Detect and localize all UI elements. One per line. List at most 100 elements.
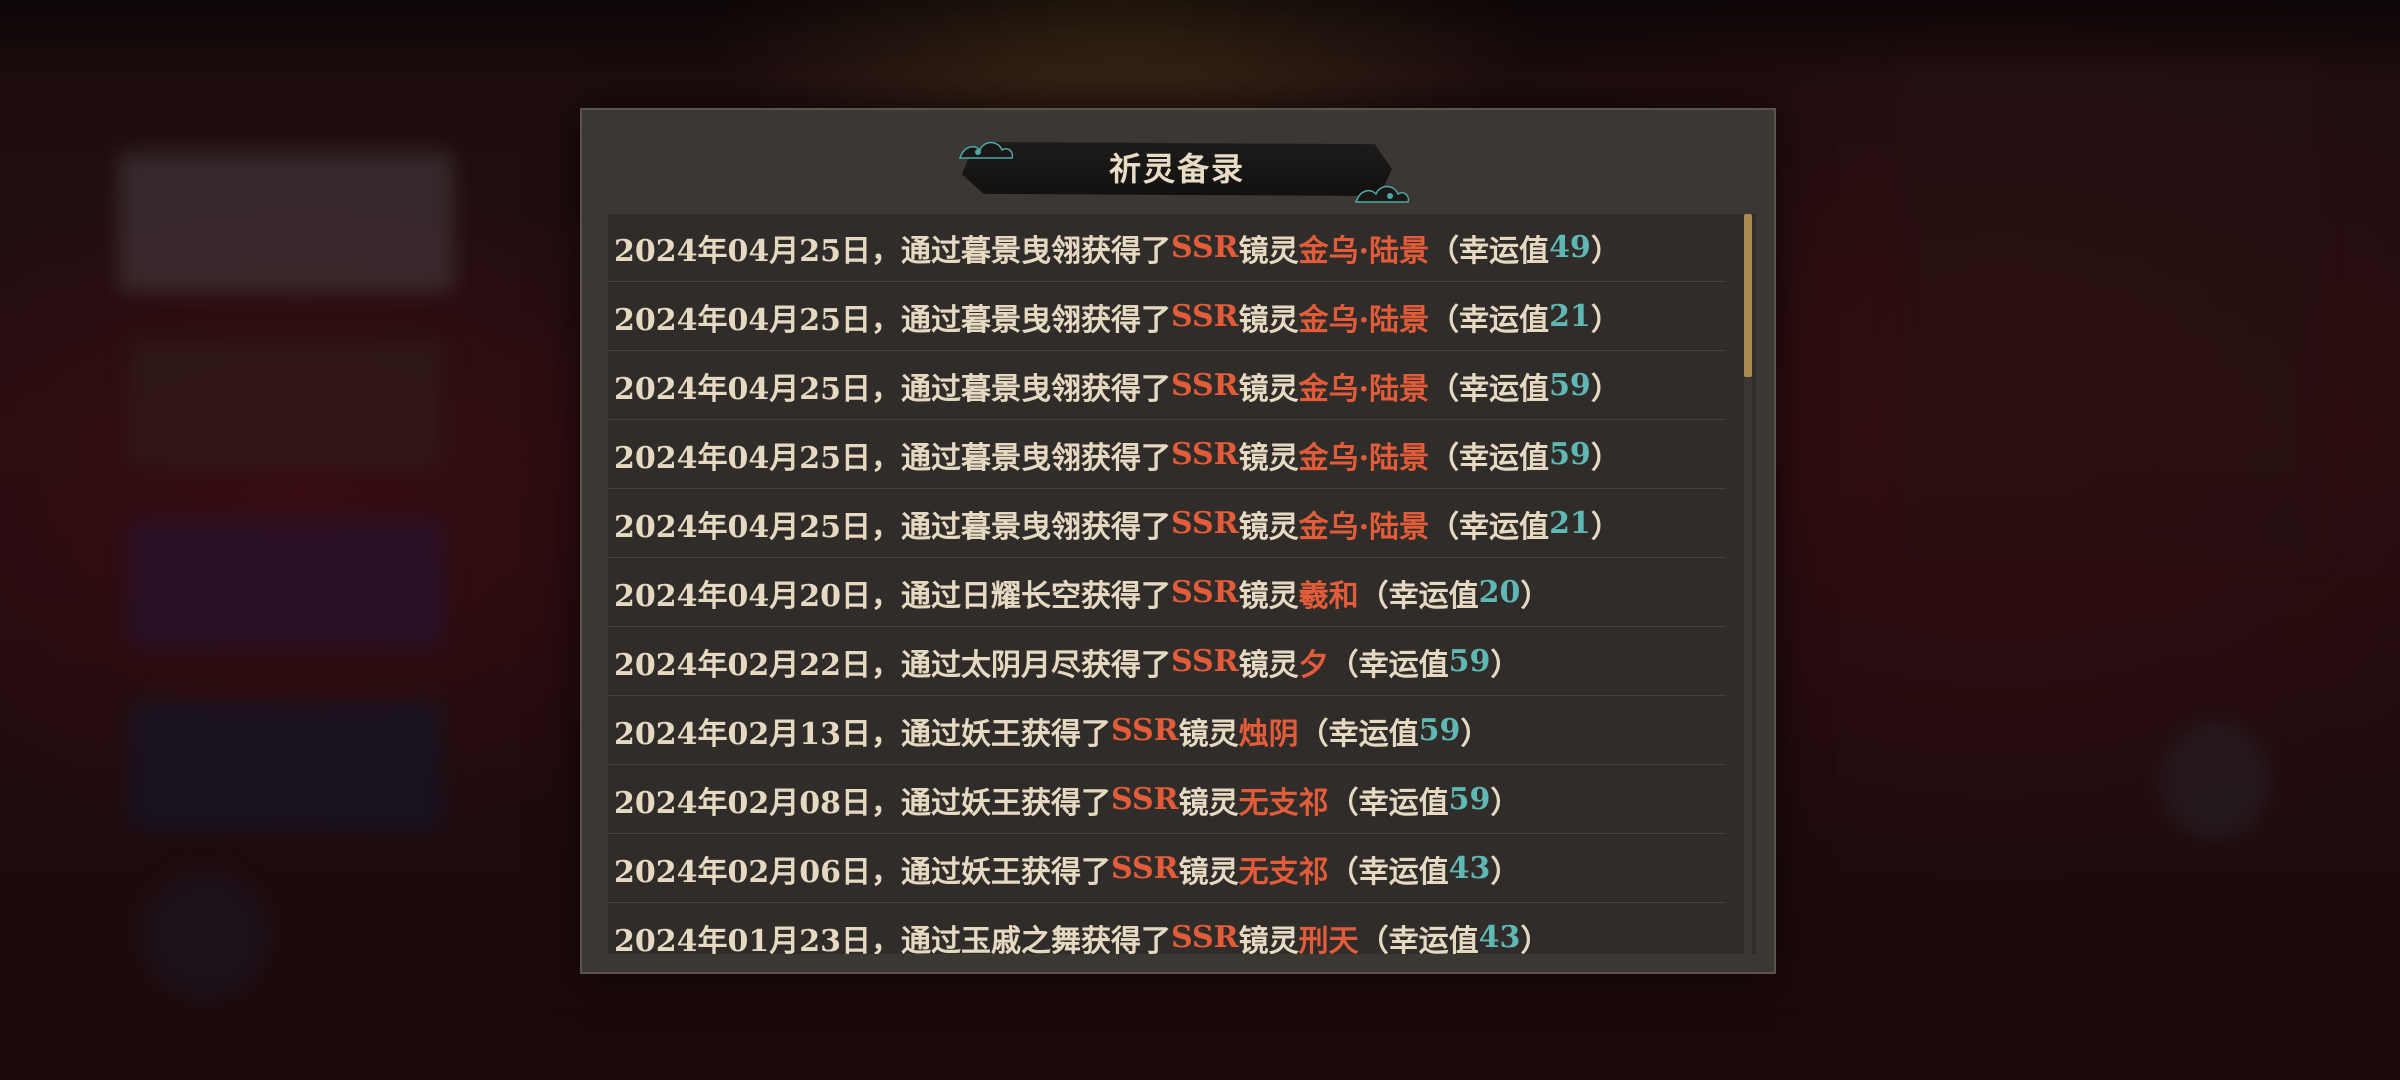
record-date: 2024年02月13日，	[614, 716, 901, 752]
record-date: 2024年04月25日，	[614, 440, 901, 476]
record-date: 2024年01月23日，	[614, 923, 901, 955]
record-luck-label: （幸运值	[1429, 233, 1550, 269]
record-spirit-name: 金乌·陆景	[1298, 509, 1430, 545]
record-row: 2024年04月25日， 通过暮景曳翎获得了 SSR 镜灵 金乌·陆景 （幸运值 49）	[608, 214, 1726, 282]
record-row: 2024年04月25日， 通过暮景曳翎获得了 SSR 镜灵 金乌·陆景 （幸运值 21）	[608, 283, 1726, 351]
record-source: 通过暮景曳翎获得了	[901, 440, 1171, 476]
record-kind: 镜灵	[1238, 647, 1299, 683]
record-kind: 镜灵	[1238, 923, 1299, 955]
record-luck-value: 49	[1549, 230, 1591, 265]
record-row: 2024年04月25日， 通过暮景曳翎获得了 SSR 镜灵 金乌·陆景 （幸运值 59）	[608, 421, 1726, 489]
record-rarity: SSR	[1171, 230, 1239, 265]
record-luck-value: 21	[1549, 299, 1591, 334]
record-row: 2024年02月06日， 通过妖王获得了 SSR 镜灵 无支祁 （幸运值 43）	[608, 835, 1726, 903]
record-rarity: SSR	[1111, 851, 1179, 886]
record-date: 2024年04月25日，	[614, 302, 901, 338]
record-luck-label: （幸运值	[1429, 509, 1550, 545]
record-luck-label: （幸运值	[1358, 923, 1479, 955]
record-spirit-name: 夕	[1298, 647, 1329, 683]
record-close-paren: ）	[1490, 647, 1521, 683]
record-row: 2024年02月08日， 通过妖王获得了 SSR 镜灵 无支祁 （幸运值 59）	[608, 766, 1726, 834]
record-close-paren: ）	[1590, 302, 1621, 338]
record-date: 2024年04月25日，	[614, 509, 901, 545]
record-close-paren: ）	[1490, 854, 1521, 890]
record-spirit-name: 刑天	[1298, 923, 1359, 955]
record-rarity: SSR	[1171, 299, 1239, 334]
record-luck-value: 59	[1549, 368, 1591, 403]
record-row: 2024年02月22日， 通过太阴月尽获得了 SSR 镜灵夕（幸运值 59）	[608, 628, 1726, 696]
record-luck-label: （幸运值	[1429, 440, 1550, 476]
record-close-paren: ）	[1490, 785, 1521, 821]
record-rarity: SSR	[1171, 506, 1239, 541]
record-row: 2024年01月23日， 通过玉戚之舞获得了 SSR 镜灵 刑天 （幸运值 43）	[608, 904, 1726, 954]
record-source: 通过玉戚之舞获得了	[901, 923, 1171, 955]
record-spirit-name: 金乌·陆景	[1298, 440, 1430, 476]
record-luck-label: （幸运值	[1328, 854, 1449, 890]
record-source: 通过太阴月尽获得了	[901, 647, 1171, 683]
record-luck-value: 59	[1549, 437, 1591, 472]
record-rarity: SSR	[1171, 920, 1239, 954]
record-row: 2024年02月13日， 通过妖王获得了 SSR 镜灵 烛阴 （幸运值 59）	[608, 697, 1726, 765]
record-source: 通过暮景曳翎获得了	[901, 233, 1171, 269]
record-source: 通过妖王获得了	[901, 716, 1111, 752]
record-kind: 镜灵	[1238, 578, 1299, 614]
record-list[interactable]: 2024年04月25日， 通过暮景曳翎获得了 SSR 镜灵 金乌·陆景 （幸运值 49） 20…	[608, 214, 1756, 954]
record-spirit-name: 羲和	[1298, 578, 1359, 614]
record-luck-value: 20	[1478, 575, 1521, 610]
record-date: 2024年02月22日，	[614, 647, 901, 683]
record-close-paren: ）	[1590, 233, 1621, 269]
record-spirit-name: 金乌·陆景	[1298, 233, 1430, 269]
record-source: 通过暮景曳翎获得了	[901, 371, 1171, 407]
record-spirit-name: 金乌·陆景	[1298, 371, 1430, 407]
record-kind: 镜灵	[1178, 854, 1239, 890]
record-row: 2024年04月20日， 通过日耀长空获得了 SSR 镜灵 羲和 （幸运值 20）	[608, 559, 1726, 627]
record-rarity: SSR	[1171, 437, 1239, 472]
record-date: 2024年04月25日，	[614, 233, 901, 269]
record-luck-label: （幸运值	[1298, 716, 1419, 752]
record-luck-value: 43	[1478, 920, 1521, 954]
record-kind: 镜灵	[1178, 785, 1239, 821]
record-source: 通过暮景曳翎获得了	[901, 509, 1171, 545]
summon-record-dialog: 祈灵备录 2024年04月25日， 通过暮景曳翎获得了 SSR 镜灵 金乌·陆景 （幸运值…	[580, 108, 1776, 974]
record-date: 2024年02月08日，	[614, 785, 901, 821]
scrollbar-track[interactable]	[1744, 214, 1752, 954]
record-source: 通过妖王获得了	[901, 854, 1111, 890]
record-kind: 镜灵	[1178, 716, 1239, 752]
record-rarity: SSR	[1171, 644, 1239, 679]
record-spirit-name: 无支祁	[1238, 854, 1329, 890]
record-kind: 镜灵	[1238, 440, 1299, 476]
record-spirit-name: 无支祁	[1238, 785, 1329, 821]
record-date: 2024年02月06日，	[614, 854, 901, 890]
record-luck-value: 21	[1549, 506, 1591, 541]
dialog-title-banner: 祈灵备录	[942, 128, 1412, 208]
record-rarity: SSR	[1171, 368, 1239, 403]
record-close-paren: ）	[1460, 716, 1491, 752]
record-close-paren: ）	[1590, 440, 1621, 476]
record-row: 2024年04月25日， 通过暮景曳翎获得了 SSR 镜灵 金乌·陆景 （幸运值 21）	[608, 490, 1726, 558]
record-close-paren: ）	[1590, 371, 1621, 407]
record-luck-value: 59	[1418, 713, 1461, 748]
record-rarity: SSR	[1171, 575, 1239, 610]
scrollbar-thumb[interactable]	[1744, 214, 1752, 377]
record-luck-value: 43	[1448, 851, 1491, 886]
record-source: 通过暮景曳翎获得了	[901, 302, 1171, 338]
record-close-paren: ）	[1520, 923, 1551, 955]
record-row: 2024年04月25日， 通过暮景曳翎获得了 SSR 镜灵 金乌·陆景 （幸运值 59）	[608, 352, 1726, 420]
record-rarity: SSR	[1111, 782, 1179, 817]
record-close-paren: ）	[1590, 509, 1621, 545]
record-luck-value: 59	[1448, 782, 1491, 817]
record-luck-label: （幸运值	[1328, 647, 1449, 683]
record-luck-label: （幸运值	[1429, 371, 1550, 407]
record-date: 2024年04月20日，	[614, 578, 901, 614]
record-luck-label: （幸运值	[1429, 302, 1550, 338]
record-luck-label: （幸运值	[1358, 578, 1479, 614]
record-date: 2024年04月25日，	[614, 371, 901, 407]
record-close-paren: ）	[1520, 578, 1551, 614]
record-kind: 镜灵	[1238, 509, 1299, 545]
record-kind: 镜灵	[1238, 302, 1299, 338]
record-rarity: SSR	[1111, 713, 1179, 748]
record-luck-value: 59	[1448, 644, 1491, 679]
record-spirit-name: 烛阴	[1238, 716, 1299, 752]
record-source: 通过妖王获得了	[901, 785, 1111, 821]
record-kind: 镜灵	[1238, 233, 1299, 269]
